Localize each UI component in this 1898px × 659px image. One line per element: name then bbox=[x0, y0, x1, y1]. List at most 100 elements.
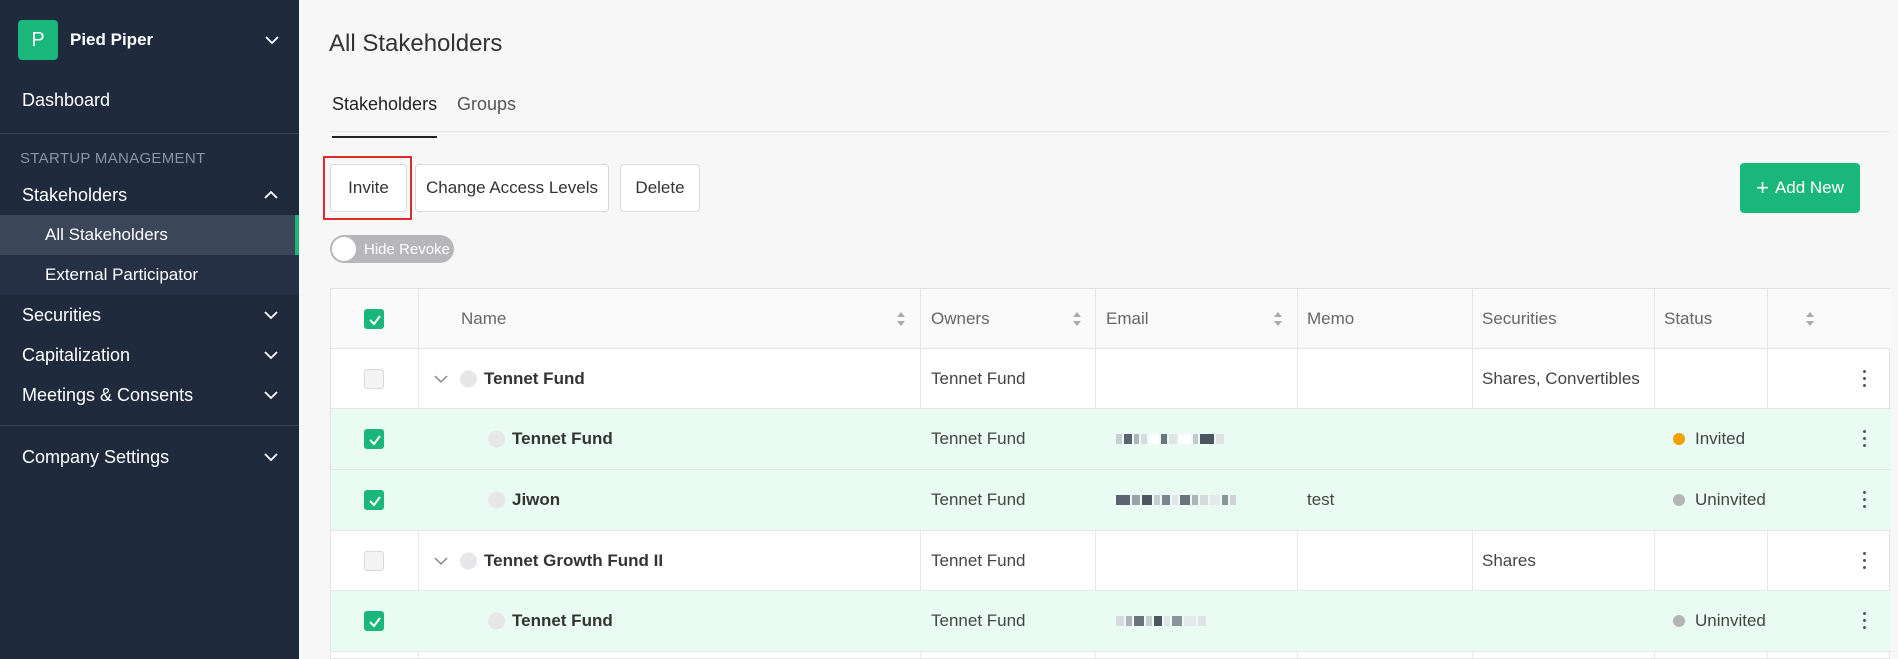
header-memo: Memo bbox=[1307, 309, 1355, 328]
invite-button[interactable]: Invite bbox=[330, 164, 407, 212]
status-dot bbox=[1673, 494, 1685, 506]
status-dot bbox=[1673, 433, 1685, 445]
nav-divider bbox=[0, 425, 299, 426]
more-options-icon[interactable] bbox=[1863, 612, 1867, 630]
tabs: Stakeholders Groups bbox=[329, 88, 1889, 138]
nav-meetings-consents[interactable]: Meetings & Consents bbox=[0, 375, 299, 415]
cell-owners: Tennet Fund bbox=[931, 490, 1026, 509]
check-icon bbox=[369, 435, 381, 446]
table-row[interactable]: Tennet Fund Tennet Fund Invited bbox=[331, 409, 1891, 470]
cell-owners: Tennet Fund bbox=[931, 550, 1026, 570]
change-access-levels-button[interactable]: Change Access Levels bbox=[415, 164, 609, 212]
sort-icon[interactable] bbox=[1805, 311, 1815, 327]
nav-all-stakeholders-label: All Stakeholders bbox=[45, 225, 168, 244]
cell-status: Uninvited bbox=[1695, 611, 1766, 630]
row-checkbox[interactable] bbox=[364, 429, 384, 449]
plus-icon: + bbox=[1756, 175, 1769, 200]
redacted-email bbox=[1116, 614, 1206, 628]
tab-groups[interactable]: Groups bbox=[457, 94, 516, 132]
nav-capitalization[interactable]: Capitalization bbox=[0, 335, 299, 375]
cell-securities: Shares, Convertibles bbox=[1482, 368, 1640, 388]
column-divider bbox=[418, 289, 419, 349]
row-checkbox[interactable] bbox=[364, 550, 384, 571]
hide-revoke-toggle[interactable]: Hide Revoke bbox=[330, 235, 454, 263]
cell-owners: Tennet Fund bbox=[931, 368, 1026, 388]
cell-name: Jiwon bbox=[512, 490, 561, 509]
stakeholders-table: Name Owners Email Memo Securities Status… bbox=[330, 288, 1891, 659]
nav-meetings-consents-label: Meetings & Consents bbox=[22, 384, 194, 405]
nav-external-participator-label: External Participator bbox=[45, 265, 199, 284]
cell-status: Uninvited bbox=[1695, 490, 1766, 509]
chevron-down-icon[interactable] bbox=[433, 553, 449, 569]
chevron-down-icon bbox=[265, 36, 279, 45]
nav-company-settings[interactable]: Company Settings bbox=[0, 437, 299, 477]
sort-icon[interactable] bbox=[1273, 311, 1283, 327]
header-email[interactable]: Email bbox=[1106, 309, 1149, 329]
sidebar: P Pied Piper Dashboard STARTUP MANAGEMEN… bbox=[0, 0, 299, 659]
chevron-down-icon bbox=[264, 391, 278, 400]
check-icon bbox=[369, 314, 381, 326]
tab-stakeholders[interactable]: Stakeholders bbox=[332, 94, 438, 138]
nav-stakeholders-label: Stakeholders bbox=[22, 184, 128, 205]
select-all-checkbox[interactable] bbox=[364, 308, 384, 329]
status-circle-icon bbox=[488, 612, 505, 630]
header-securities: Securities bbox=[1482, 309, 1557, 328]
page-title: All Stakeholders bbox=[329, 30, 503, 57]
row-checkbox[interactable] bbox=[364, 611, 384, 631]
cell-name: Tennet Fund bbox=[484, 368, 585, 388]
sort-icon[interactable] bbox=[1072, 311, 1082, 327]
row-checkbox[interactable] bbox=[364, 490, 384, 510]
table-row[interactable]: Jiwon Tennet Fund test Uninvited bbox=[331, 470, 1891, 531]
nav-capitalization-label: Capitalization bbox=[22, 344, 131, 365]
company-name: Pied Piper bbox=[70, 30, 154, 49]
check-icon bbox=[369, 617, 381, 628]
more-options-icon[interactable] bbox=[1863, 491, 1867, 509]
status-dot bbox=[1673, 615, 1685, 627]
row-checkbox[interactable] bbox=[364, 368, 384, 389]
more-options-icon[interactable] bbox=[1863, 430, 1867, 448]
table-header: Name Owners Email Memo Securities Status bbox=[331, 289, 1891, 349]
header-status[interactable]: Status bbox=[1664, 309, 1712, 329]
nav-dashboard[interactable]: Dashboard bbox=[0, 80, 299, 120]
nav-securities[interactable]: Securities bbox=[0, 295, 299, 335]
nav-external-participator[interactable]: External Participator bbox=[0, 255, 299, 295]
nav-all-stakeholders[interactable]: All Stakeholders bbox=[0, 215, 299, 255]
redacted-email bbox=[1116, 432, 1224, 446]
add-new-label: Add New bbox=[1774, 178, 1844, 197]
status-circle-icon bbox=[460, 552, 477, 569]
status-circle-icon bbox=[460, 370, 477, 387]
redacted-email bbox=[1116, 493, 1236, 507]
table-row[interactable]: Tennet Fund Tennet Fund Shares, Converti… bbox=[331, 349, 1891, 409]
nav-divider bbox=[0, 133, 299, 134]
delete-button[interactable]: Delete bbox=[620, 164, 700, 212]
more-options-icon[interactable] bbox=[1863, 551, 1867, 570]
nav-stakeholders[interactable]: Stakeholders bbox=[0, 175, 299, 215]
nav-company-settings-label: Company Settings bbox=[22, 446, 170, 467]
company-switcher[interactable]: P Pied Piper bbox=[18, 20, 280, 60]
cell-status: Invited bbox=[1695, 429, 1746, 448]
section-title: STARTUP MANAGEMENT bbox=[20, 150, 206, 167]
cell-owners: Tennet Fund bbox=[931, 611, 1026, 630]
chevron-up-icon bbox=[264, 190, 278, 199]
cell-owners: Tennet Fund bbox=[931, 429, 1026, 448]
cell-securities: Shares bbox=[1482, 550, 1536, 570]
sort-icon[interactable] bbox=[896, 311, 906, 327]
header-owners[interactable]: Owners bbox=[931, 309, 990, 329]
cell-memo: test bbox=[1307, 490, 1335, 509]
cell-name: Tennet Fund bbox=[512, 611, 613, 630]
add-new-button[interactable]: + Add New bbox=[1740, 163, 1860, 213]
table-row[interactable]: Tennet Growth Fund II Tennet Fund Shares bbox=[331, 531, 1891, 591]
nav-dashboard-label: Dashboard bbox=[22, 89, 111, 110]
status-circle-icon bbox=[488, 430, 505, 448]
chevron-down-icon[interactable] bbox=[433, 371, 449, 387]
cell-name: Tennet Growth Fund II bbox=[484, 550, 664, 570]
toggle-knob bbox=[332, 237, 356, 261]
cell-name: Tennet Fund bbox=[512, 429, 613, 448]
more-options-icon[interactable] bbox=[1863, 369, 1867, 388]
header-name[interactable]: Name bbox=[461, 309, 506, 329]
table-row[interactable]: Tennet Fund Tennet Fund Uninvited bbox=[331, 591, 1891, 652]
check-icon bbox=[369, 496, 381, 507]
main-content: All Stakeholders Stakeholders Groups Inv… bbox=[299, 0, 1898, 659]
chevron-down-icon bbox=[264, 453, 278, 462]
status-circle-icon bbox=[488, 491, 505, 509]
